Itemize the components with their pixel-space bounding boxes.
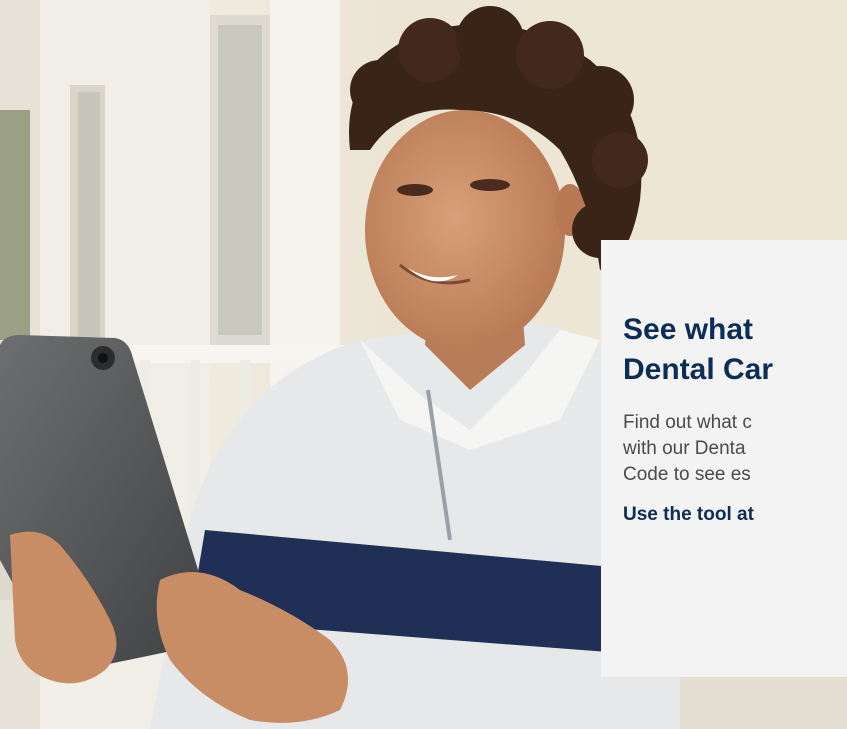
promo-section: See what Dental Car Find out what c with… bbox=[0, 0, 847, 729]
promo-card: See what Dental Car Find out what c with… bbox=[601, 240, 847, 677]
promo-description: Find out what c with our Denta Code to s… bbox=[623, 410, 847, 488]
promo-title-line-2: Dental Car bbox=[623, 353, 774, 386]
promo-description-line-1: Find out what c bbox=[623, 412, 752, 433]
use-tool-link[interactable]: Use the tool at bbox=[623, 502, 847, 528]
promo-title-line-1: See what bbox=[623, 313, 754, 346]
promo-title: See what Dental Car bbox=[623, 310, 847, 390]
promo-description-line-2: with our Denta bbox=[623, 438, 746, 459]
promo-description-line-3: Code to see es bbox=[623, 464, 751, 485]
